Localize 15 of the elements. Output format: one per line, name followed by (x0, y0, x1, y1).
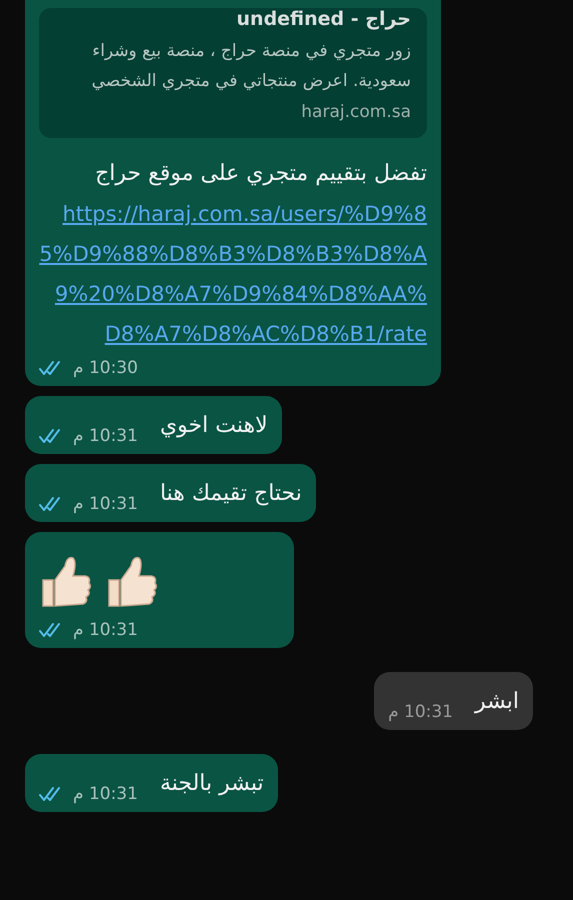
preview-domain: haraj.com.sa (300, 102, 411, 122)
message-text: ابشر (475, 688, 519, 716)
message-text: تفضل بتقييم متجري على موقع حراج (94, 160, 427, 188)
message-link[interactable]: https://haraj.com.sa/users/%D9%85%D9%88%D8%B3%D8%B3%D8%A9%20%D8%A7%D9%84%D8%AA%D8%A7%D8%AC%D8%B1/rate (39, 194, 427, 354)
message-time: 10:31 م (73, 620, 138, 640)
message-time: 10:31 م (388, 702, 453, 722)
message-text: نحتاج تقيمك هنا (160, 480, 302, 508)
message-text: لاهنت اخوي (160, 412, 268, 440)
preview-description: زور متجري في منصة حراج ، منصة بيع وشراء سعودية. اعرض منتجاتي في متجري الشخصي (90, 40, 411, 93)
message-time: 10:30 م (73, 358, 138, 378)
message-text: تبشر بالجنة (160, 770, 264, 798)
preview-title: undefined - حراج (236, 8, 411, 30)
message-time: 10:31 م (73, 494, 138, 514)
message-time: 10:31 م (73, 784, 138, 804)
message-time: 10:31 م (73, 426, 138, 446)
